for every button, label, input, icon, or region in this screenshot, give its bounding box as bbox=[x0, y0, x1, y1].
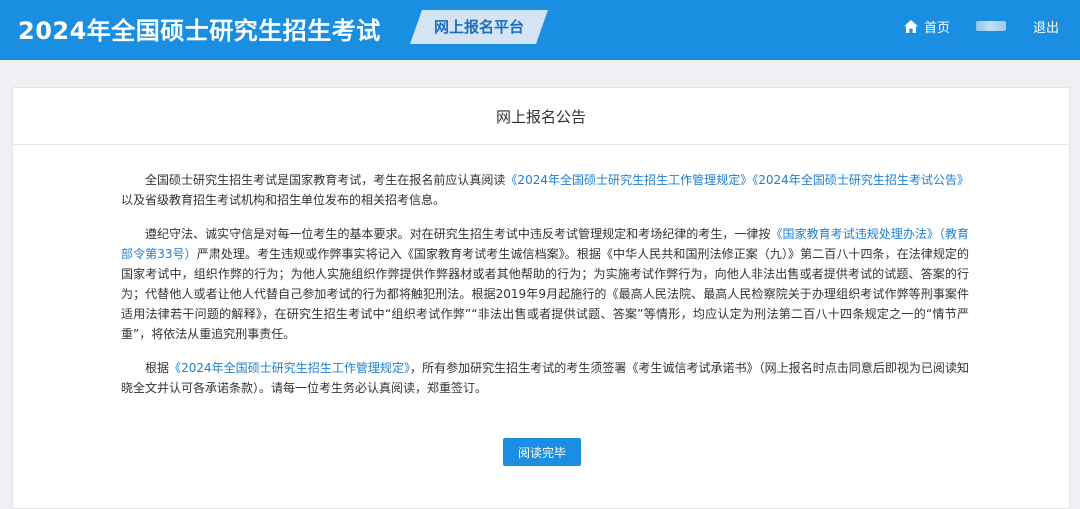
finish-reading-button[interactable]: 阅读完毕 bbox=[503, 438, 581, 466]
nav-home-label: 首页 bbox=[924, 20, 951, 36]
notice-paragraph-1: 全国硕士研究生招生考试是国家教育考试，考生在报名前应认真阅读《2024年全国硕士… bbox=[121, 170, 969, 210]
link-exam-announcement[interactable]: 《2024年全国硕士研究生招生考试公告》 bbox=[752, 173, 969, 187]
notice-paragraph-2: 遵纪守法、诚实守信是对每一位考生的基本要求。对在研究生招生考试中违反考试管理规定… bbox=[121, 224, 969, 344]
para2-text-1: 遵纪守法、诚实守信是对每一位考生的基本要求。对在研究生招生考试中违反考试管理规定… bbox=[145, 227, 771, 241]
para1-text-2: 以及省级教育招生考试机构和招生单位发布的相关招考信息。 bbox=[121, 193, 446, 207]
platform-badge: 网上报名平台 bbox=[410, 10, 548, 44]
notice-paragraph-3: 根据《2024年全国硕士研究生招生工作管理规定》，所有参加研究生招生考试的考生须… bbox=[121, 358, 969, 398]
notice-panel: 网上报名公告 全国硕士研究生招生考试是国家教育考试，考生在报名前应认真阅读《20… bbox=[12, 87, 1070, 509]
user-name-redacted[interactable] bbox=[976, 21, 1006, 31]
top-header: 2024年全国硕士研究生招生考试 网上报名平台 首页 退出 bbox=[0, 0, 1080, 60]
notice-title: 网上报名公告 bbox=[495, 107, 586, 126]
para1-text-1: 全国硕士研究生招生考试是国家教育考试，考生在报名前应认真阅读 bbox=[145, 173, 506, 187]
site-title: 2024年全国硕士研究生招生考试 bbox=[18, 17, 381, 45]
link-admission-regulations-2[interactable]: 《2024年全国硕士研究生招生工作管理规定》 bbox=[169, 361, 410, 375]
home-icon bbox=[904, 19, 918, 33]
para3-text-1: 根据 bbox=[145, 361, 170, 375]
notice-panel-header: 网上报名公告 bbox=[13, 88, 1069, 145]
para2-text-2: 严肃处理。考生违规或作弊事实将记入《国家教育考试考生诚信档案》。根据《中华人民共… bbox=[121, 247, 969, 341]
nav-logout-link[interactable]: 退出 bbox=[1033, 17, 1059, 36]
notice-body: 全国硕士研究生招生考试是国家教育考试，考生在报名前应认真阅读《2024年全国硕士… bbox=[121, 170, 969, 412]
nav-home-link[interactable]: 首页 bbox=[904, 16, 950, 36]
platform-label: 网上报名平台 bbox=[433, 18, 524, 36]
link-admission-regulations[interactable]: 《2024年全国硕士研究生招生工作管理规定》 bbox=[505, 173, 752, 187]
